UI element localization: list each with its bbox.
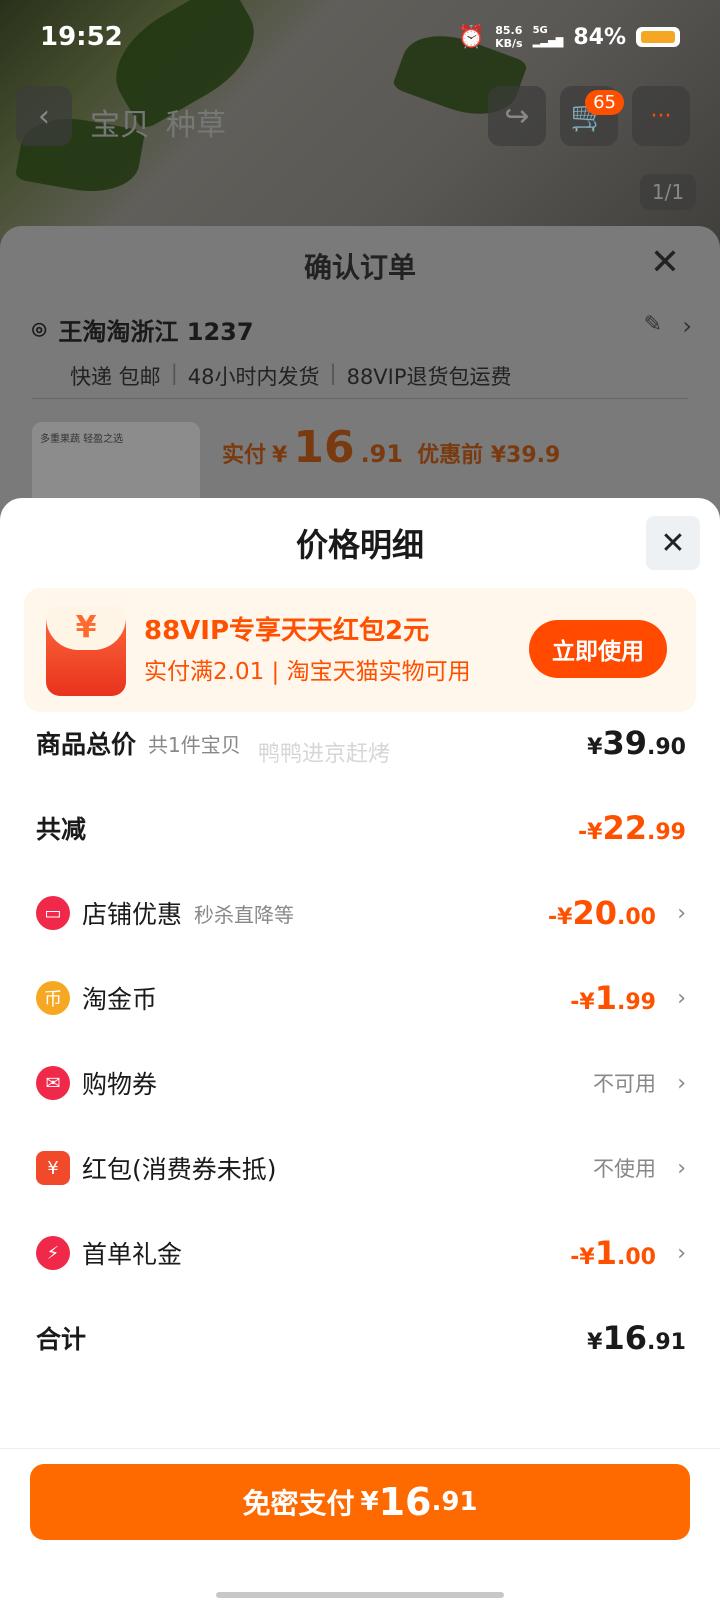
- lightning-icon: ⚡: [36, 1236, 70, 1270]
- address-block[interactable]: ⌾ 王淘淘浙江 1237 快递 包邮 | 48小时内发货 | 88VIP退货包运…: [32, 312, 692, 391]
- red-packet-small-icon: ¥: [36, 1151, 70, 1185]
- status-time: 19:52: [40, 22, 123, 52]
- confirm-order-sheet: 确认订单 ✕ ⌾ 王淘淘浙江 1237 快递 包邮 | 48小时内发货 | 88…: [0, 226, 720, 526]
- order-price-line: 实付 ¥ 16 .91 优惠前 ¥39.9: [222, 422, 561, 473]
- back-icon[interactable]: ‹: [16, 86, 72, 146]
- row-first-order-gift[interactable]: ⚡ 首单礼金 -¥ 1 .00 ›: [36, 1228, 686, 1278]
- battery-level: 84%: [573, 24, 626, 50]
- close-icon[interactable]: ✕: [650, 242, 680, 283]
- more-icon[interactable]: ···: [632, 86, 690, 146]
- total-discount-value: -¥ 22 .99: [578, 809, 686, 847]
- tab-baobei[interactable]: 宝贝: [90, 100, 150, 144]
- order-title: 确认订单: [303, 251, 416, 284]
- promo-title: 88VIP专享天天红包2元: [144, 616, 430, 646]
- coin-icon: 币: [36, 981, 70, 1015]
- row-taojinbi[interactable]: 币 淘金币 -¥ 1 .99 ›: [36, 973, 686, 1023]
- red-packet-status: 不使用: [593, 1157, 656, 1181]
- chevron-right-icon: ›: [677, 1070, 686, 1096]
- close-button[interactable]: ✕: [646, 516, 700, 570]
- shop-icon: ▭: [36, 896, 70, 930]
- image-pager: 1/1: [640, 174, 696, 210]
- battery-icon: [636, 27, 680, 47]
- share-icon[interactable]: ↪: [488, 86, 546, 146]
- address-name: 王淘淘浙江 1237: [58, 318, 254, 346]
- delivery-method: 快递 包邮: [70, 365, 161, 389]
- location-icon: ⌾: [32, 315, 47, 344]
- close-icon: ✕: [660, 525, 686, 561]
- home-indicator[interactable]: [216, 1592, 504, 1598]
- status-bar: 19:52 ⏰ 85.6 KB/s 5G ▂▃▅▇ 84%: [0, 0, 720, 74]
- red-packet-icon: ¥: [46, 606, 126, 696]
- price-before-discount: 优惠前 ¥39.9: [417, 443, 561, 468]
- first-order-gift-value: -¥ 1 .00: [570, 1234, 656, 1272]
- voucher-status: 不可用: [593, 1072, 656, 1096]
- pay-button[interactable]: 免密支付 ¥ 16 .91: [30, 1464, 690, 1540]
- ship-time: 48小时内发货: [187, 365, 320, 389]
- vip-red-packet-banner: ¥ 88VIP专享天天红包2元 实付满2.01 | 淘宝天猫实物可用 立即使用: [24, 588, 696, 712]
- product-top-nav: ‹ 宝贝 种草 ↪ 🛒 65 ···: [0, 86, 720, 152]
- use-now-button[interactable]: 立即使用: [529, 620, 667, 678]
- divider: [32, 398, 688, 399]
- chevron-right-icon: ›: [677, 900, 686, 926]
- chevron-right-icon: ›: [677, 985, 686, 1011]
- chevron-right-icon: ›: [677, 1155, 686, 1181]
- return-policy: 88VIP退货包运费: [346, 365, 512, 389]
- cart-icon[interactable]: 🛒 65: [560, 86, 624, 146]
- tab-zhongcao[interactable]: 种草: [166, 100, 226, 144]
- row-shopping-voucher[interactable]: ✉ 购物券 不可用 ›: [36, 1058, 686, 1108]
- sheet-title: 价格明细: [295, 526, 424, 564]
- net-speed: 85.6 KB/s: [495, 24, 523, 50]
- chevron-right-icon[interactable]: ›: [682, 312, 692, 340]
- cart-badge: 65: [585, 90, 624, 115]
- signal-icon: 5G ▂▃▅▇: [532, 25, 564, 48]
- row-goods-total: 商品总价 共1件宝贝 ¥ 39 .90: [36, 724, 686, 762]
- promo-subtitle: 实付满2.01 | 淘宝天猫实物可用: [144, 659, 471, 685]
- row-grand-total: 合计 ¥ 16 .91: [36, 1319, 686, 1357]
- row-total-discount: 共减 -¥ 22 .99: [36, 809, 686, 847]
- grand-total-value: ¥ 16 .91: [587, 1319, 686, 1357]
- row-shop-discount[interactable]: ▭ 店铺优惠 秒杀直降等 -¥ 20 .00 ›: [36, 888, 686, 938]
- shop-discount-value: -¥ 20 .00: [548, 894, 656, 932]
- edit-icon[interactable]: ✎: [644, 312, 662, 337]
- ticket-icon: ✉: [36, 1066, 70, 1100]
- chevron-right-icon: ›: [677, 1240, 686, 1266]
- row-red-packet[interactable]: ¥ 红包(消费券未抵) 不使用 ›: [36, 1143, 686, 1193]
- divider: [0, 1448, 720, 1449]
- goods-total-value: ¥ 39 .90: [587, 724, 686, 762]
- price-detail-sheet: 价格明细 ✕ ¥ 88VIP专享天天红包2元 实付满2.01 | 淘宝天猫实物可…: [0, 498, 720, 1600]
- taojinbi-value: -¥ 1 .99: [570, 979, 656, 1017]
- alarm-icon: ⏰: [457, 24, 486, 50]
